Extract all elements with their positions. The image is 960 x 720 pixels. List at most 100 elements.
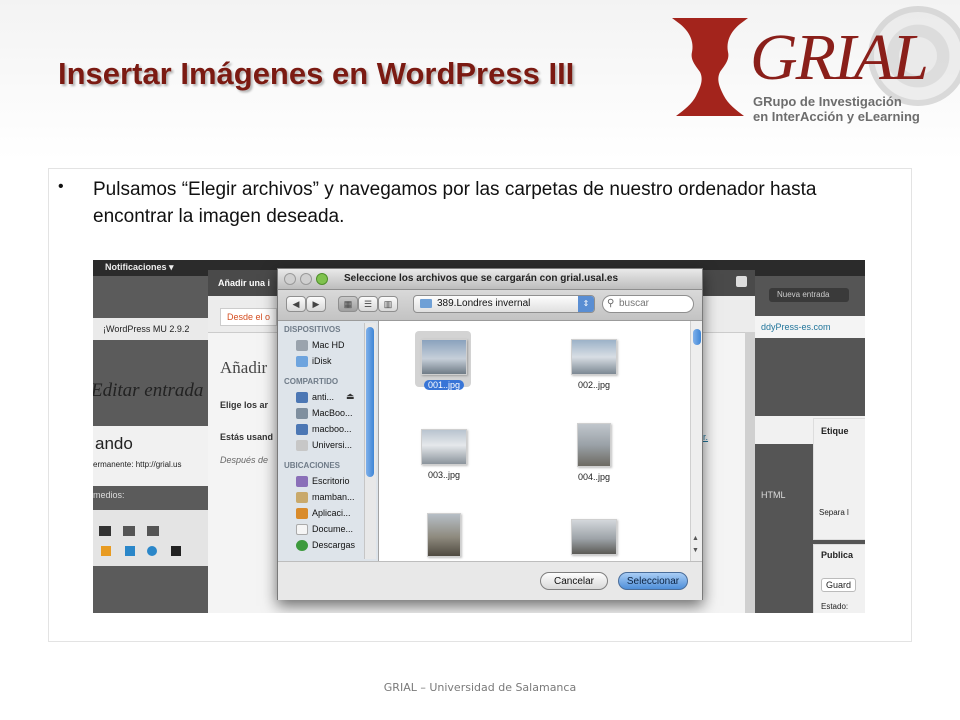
logo-line-2: en InterAcción y eLearning <box>753 109 920 124</box>
save-draft-button[interactable]: Guard <box>821 578 857 592</box>
downloads-icon <box>296 540 308 551</box>
image-thumbnail <box>427 513 461 557</box>
file-name: 004..jpg <box>577 472 611 482</box>
folder-icon <box>420 299 432 308</box>
file-chooser-toolbar: ◀ ▶ ▦ ☰ ▥ 389.Londres invernal ⇕ ⚲ <box>278 290 702 321</box>
file-chooser-footer: Cancelar Seleccionar <box>278 561 702 600</box>
hard-drive-icon <box>296 340 308 351</box>
file-chooser-dialog: Seleccione los archivos que se cargarán … <box>277 268 703 600</box>
desktop-icon <box>296 476 308 487</box>
wp-editor-left: ¡WordPress MU 2.9.2 Editar entrada ando … <box>93 276 208 613</box>
file-item[interactable]: 004..jpg <box>559 421 629 485</box>
tags-hint: Separa l <box>819 508 849 517</box>
bullet-marker: • <box>58 178 64 195</box>
file-item[interactable] <box>559 519 629 561</box>
file-chooser-title: Seleccione los archivos que se cargarán … <box>344 273 619 284</box>
sidebar-section-devices[interactable]: DISPOSITIVOS <box>284 325 340 334</box>
gallery-icon[interactable] <box>171 546 181 556</box>
new-entry-button[interactable]: Nueva entrada <box>777 290 829 299</box>
media-label: medios: <box>93 490 125 500</box>
slide-title: Insertar Imágenes en WordPress III <box>58 56 575 91</box>
edit-post-heading: Editar entrada <box>93 380 204 401</box>
image-thumbnail <box>421 429 467 465</box>
image-thumbnail <box>571 339 617 375</box>
search-field[interactable]: ⚲ <box>602 295 694 313</box>
post-title-field[interactable]: ando <box>95 434 133 454</box>
select-button[interactable]: Seleccionar <box>618 572 688 590</box>
warning-icon[interactable] <box>101 546 111 556</box>
status-label: Estado: <box>821 602 849 611</box>
applications-icon <box>296 508 308 519</box>
search-input[interactable] <box>619 297 689 310</box>
underline-icon[interactable] <box>123 526 135 536</box>
notifications-menu[interactable]: Notificaciones ▾ <box>105 262 174 273</box>
file-item[interactable]: 001..jpg <box>409 331 479 393</box>
bold-icon[interactable] <box>99 526 111 536</box>
icon-view-button[interactable]: ▦ <box>338 296 358 312</box>
file-chooser-sidebar: DISPOSITIVOS Mac HD iDisk COMPARTIDO ant… <box>278 321 379 561</box>
html-tab[interactable]: HTML <box>761 490 786 500</box>
logo-line-1: GRupo de Investigación <box>753 94 902 109</box>
forward-button[interactable]: ▶ <box>306 296 326 312</box>
documents-icon <box>296 524 308 535</box>
file-grid-scrollbar[interactable]: ▲ ▼ <box>690 321 702 561</box>
file-chooser-titlebar: Seleccione los archivos que se cargarán … <box>278 269 702 290</box>
back-button[interactable]: ◀ <box>286 296 306 312</box>
laptop-icon <box>296 408 308 419</box>
wp-version: ¡WordPress MU 2.9.2 <box>103 324 190 334</box>
chalice-faces-icon <box>672 18 748 116</box>
zoom-window-icon[interactable] <box>316 273 328 285</box>
sidebar-scroll-thumb[interactable] <box>366 327 374 477</box>
sidebar-scrollbar[interactable] <box>364 323 376 559</box>
file-item[interactable]: 003..jpg <box>409 427 479 483</box>
choose-files-text: Elige los ar <box>220 400 269 410</box>
file-item[interactable]: 002..jpg <box>559 337 629 393</box>
logo-wordmark: GRIAL <box>750 21 929 94</box>
eject-icon[interactable]: ⏏ <box>346 391 355 402</box>
close-window-icon[interactable] <box>284 273 296 285</box>
bullet-text: Pulsamos “Elegir archivos” y navegamos p… <box>93 179 817 227</box>
sidebar-section-shared[interactable]: COMPARTIDO <box>284 377 338 386</box>
after-upload-text: Después de <box>220 455 269 465</box>
sidebar-section-places[interactable]: UBICACIONES <box>284 461 340 470</box>
search-icon: ⚲ <box>607 298 615 309</box>
wp-dialog-scrollbar[interactable] <box>745 332 755 613</box>
slide: Insertar Imágenes en WordPress III GRIAL… <box>0 0 960 720</box>
home-icon <box>296 492 308 503</box>
image-thumbnail <box>577 423 611 467</box>
tab-from-computer[interactable]: Desde el o <box>220 308 278 326</box>
list-view-button[interactable]: ☰ <box>358 296 378 312</box>
audio-icon[interactable] <box>147 546 157 556</box>
file-grid-scroll-thumb[interactable] <box>693 329 701 345</box>
minimize-window-icon[interactable] <box>300 273 312 285</box>
cancel-button[interactable]: Cancelar <box>540 572 608 590</box>
list-icon[interactable] <box>147 526 159 536</box>
tags-box-title: Etique <box>821 426 849 436</box>
network-computer-icon <box>296 424 308 435</box>
grial-logo: GRIAL GRupo de Investigación en InterAcc… <box>670 6 960 130</box>
updown-arrows-icon: ⇕ <box>578 296 594 312</box>
buddypress-link[interactable]: ddyPress-es.com <box>761 322 831 332</box>
permalink: ermanente: http://grial.us <box>93 460 182 469</box>
image-thumbnail <box>421 339 467 375</box>
file-name: 002..jpg <box>577 380 611 390</box>
file-item[interactable] <box>409 513 479 561</box>
wp-editor-right: Nueva entrada ddyPress-es.com Etique Sep… <box>755 276 865 613</box>
close-icon[interactable] <box>736 276 747 287</box>
uploader-text: Estás usand <box>220 432 274 442</box>
folder-select[interactable]: 389.Londres invernal ⇕ <box>413 295 595 313</box>
slide-footer: GRIAL – Universidad de Salamanca <box>383 681 577 694</box>
network-computer-icon <box>296 392 308 403</box>
video-icon[interactable] <box>125 546 135 556</box>
publish-box-title: Publica <box>821 550 854 560</box>
file-name: 003..jpg <box>427 470 461 480</box>
server-icon <box>296 440 308 451</box>
embedded-screenshot: Notificaciones ▾ ¡WordPress MU 2.9.2 Edi… <box>93 260 865 613</box>
current-folder-label: 389.Londres invernal <box>437 298 531 309</box>
image-thumbnail <box>571 519 617 555</box>
column-view-button[interactable]: ▥ <box>378 296 398 312</box>
file-name: 001..jpg <box>423 380 465 390</box>
wp-dialog-title: Añadir una i <box>218 278 271 288</box>
scroll-down-icon[interactable]: ▼ <box>692 547 699 554</box>
scroll-up-icon[interactable]: ▲ <box>692 535 699 542</box>
